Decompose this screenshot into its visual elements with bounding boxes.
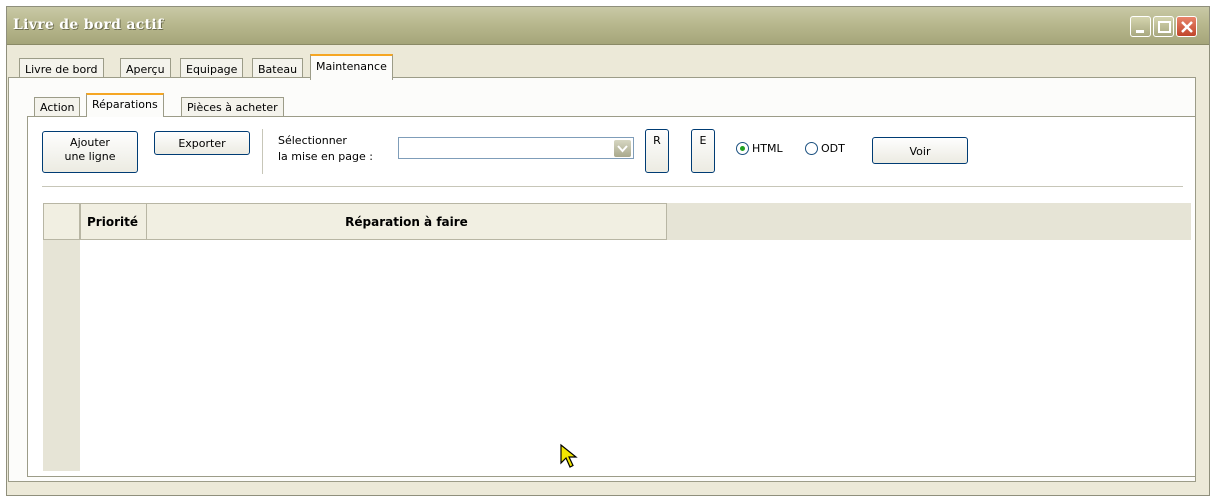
mouse-cursor-icon bbox=[560, 443, 578, 468]
format-html-radio[interactable]: HTML bbox=[736, 142, 783, 155]
radio-unchecked-icon bbox=[805, 142, 818, 155]
radio-checked-icon bbox=[736, 142, 749, 155]
column-header-priorite[interactable]: Priorité bbox=[80, 203, 147, 240]
layout-select-label: Sélectionner la mise en page : bbox=[278, 133, 373, 165]
minimize-icon bbox=[1136, 30, 1144, 33]
format-odt-label: ODT bbox=[821, 142, 845, 155]
tab-pieces-a-acheter[interactable]: Pièces à acheter bbox=[181, 97, 284, 117]
repairs-grid[interactable]: Priorité Réparation à faire bbox=[43, 203, 1191, 471]
maximize-icon bbox=[1158, 21, 1171, 33]
format-odt-radio[interactable]: ODT bbox=[805, 142, 845, 155]
minimize-button[interactable] bbox=[1130, 16, 1151, 37]
close-button[interactable] bbox=[1176, 16, 1197, 37]
maximize-button[interactable] bbox=[1153, 16, 1174, 37]
export-button[interactable]: Exporter bbox=[154, 131, 250, 155]
column-header-reparation[interactable]: Réparation à faire bbox=[146, 203, 667, 240]
layout-select[interactable] bbox=[398, 137, 634, 159]
chevron-down-icon[interactable] bbox=[614, 140, 631, 157]
grid-row-header-column bbox=[43, 240, 80, 471]
toolbar-separator bbox=[262, 129, 263, 174]
toolbar-divider bbox=[42, 186, 1183, 187]
layout-label-line-1: Sélectionner bbox=[278, 134, 347, 147]
e-button[interactable]: E bbox=[691, 129, 715, 173]
add-line-label-2: une ligne bbox=[64, 150, 116, 163]
r-button[interactable]: R bbox=[645, 129, 669, 173]
layout-label-line-2: la mise en page : bbox=[278, 150, 373, 163]
tab-action[interactable]: Action bbox=[34, 97, 81, 117]
add-line-button[interactable]: Ajouter une ligne bbox=[42, 131, 138, 173]
tab-maintenance[interactable]: Maintenance bbox=[310, 54, 393, 80]
view-button[interactable]: Voir bbox=[872, 137, 968, 164]
grid-corner-cell[interactable] bbox=[43, 203, 80, 240]
close-icon bbox=[1181, 21, 1193, 33]
title-bar[interactable]: Livre de bord actif bbox=[7, 7, 1209, 45]
window-title: Livre de bord actif bbox=[13, 17, 164, 33]
tab-reparations[interactable]: Réparations bbox=[86, 93, 164, 117]
add-line-label-1: Ajouter bbox=[70, 136, 110, 149]
format-html-label: HTML bbox=[752, 142, 783, 155]
